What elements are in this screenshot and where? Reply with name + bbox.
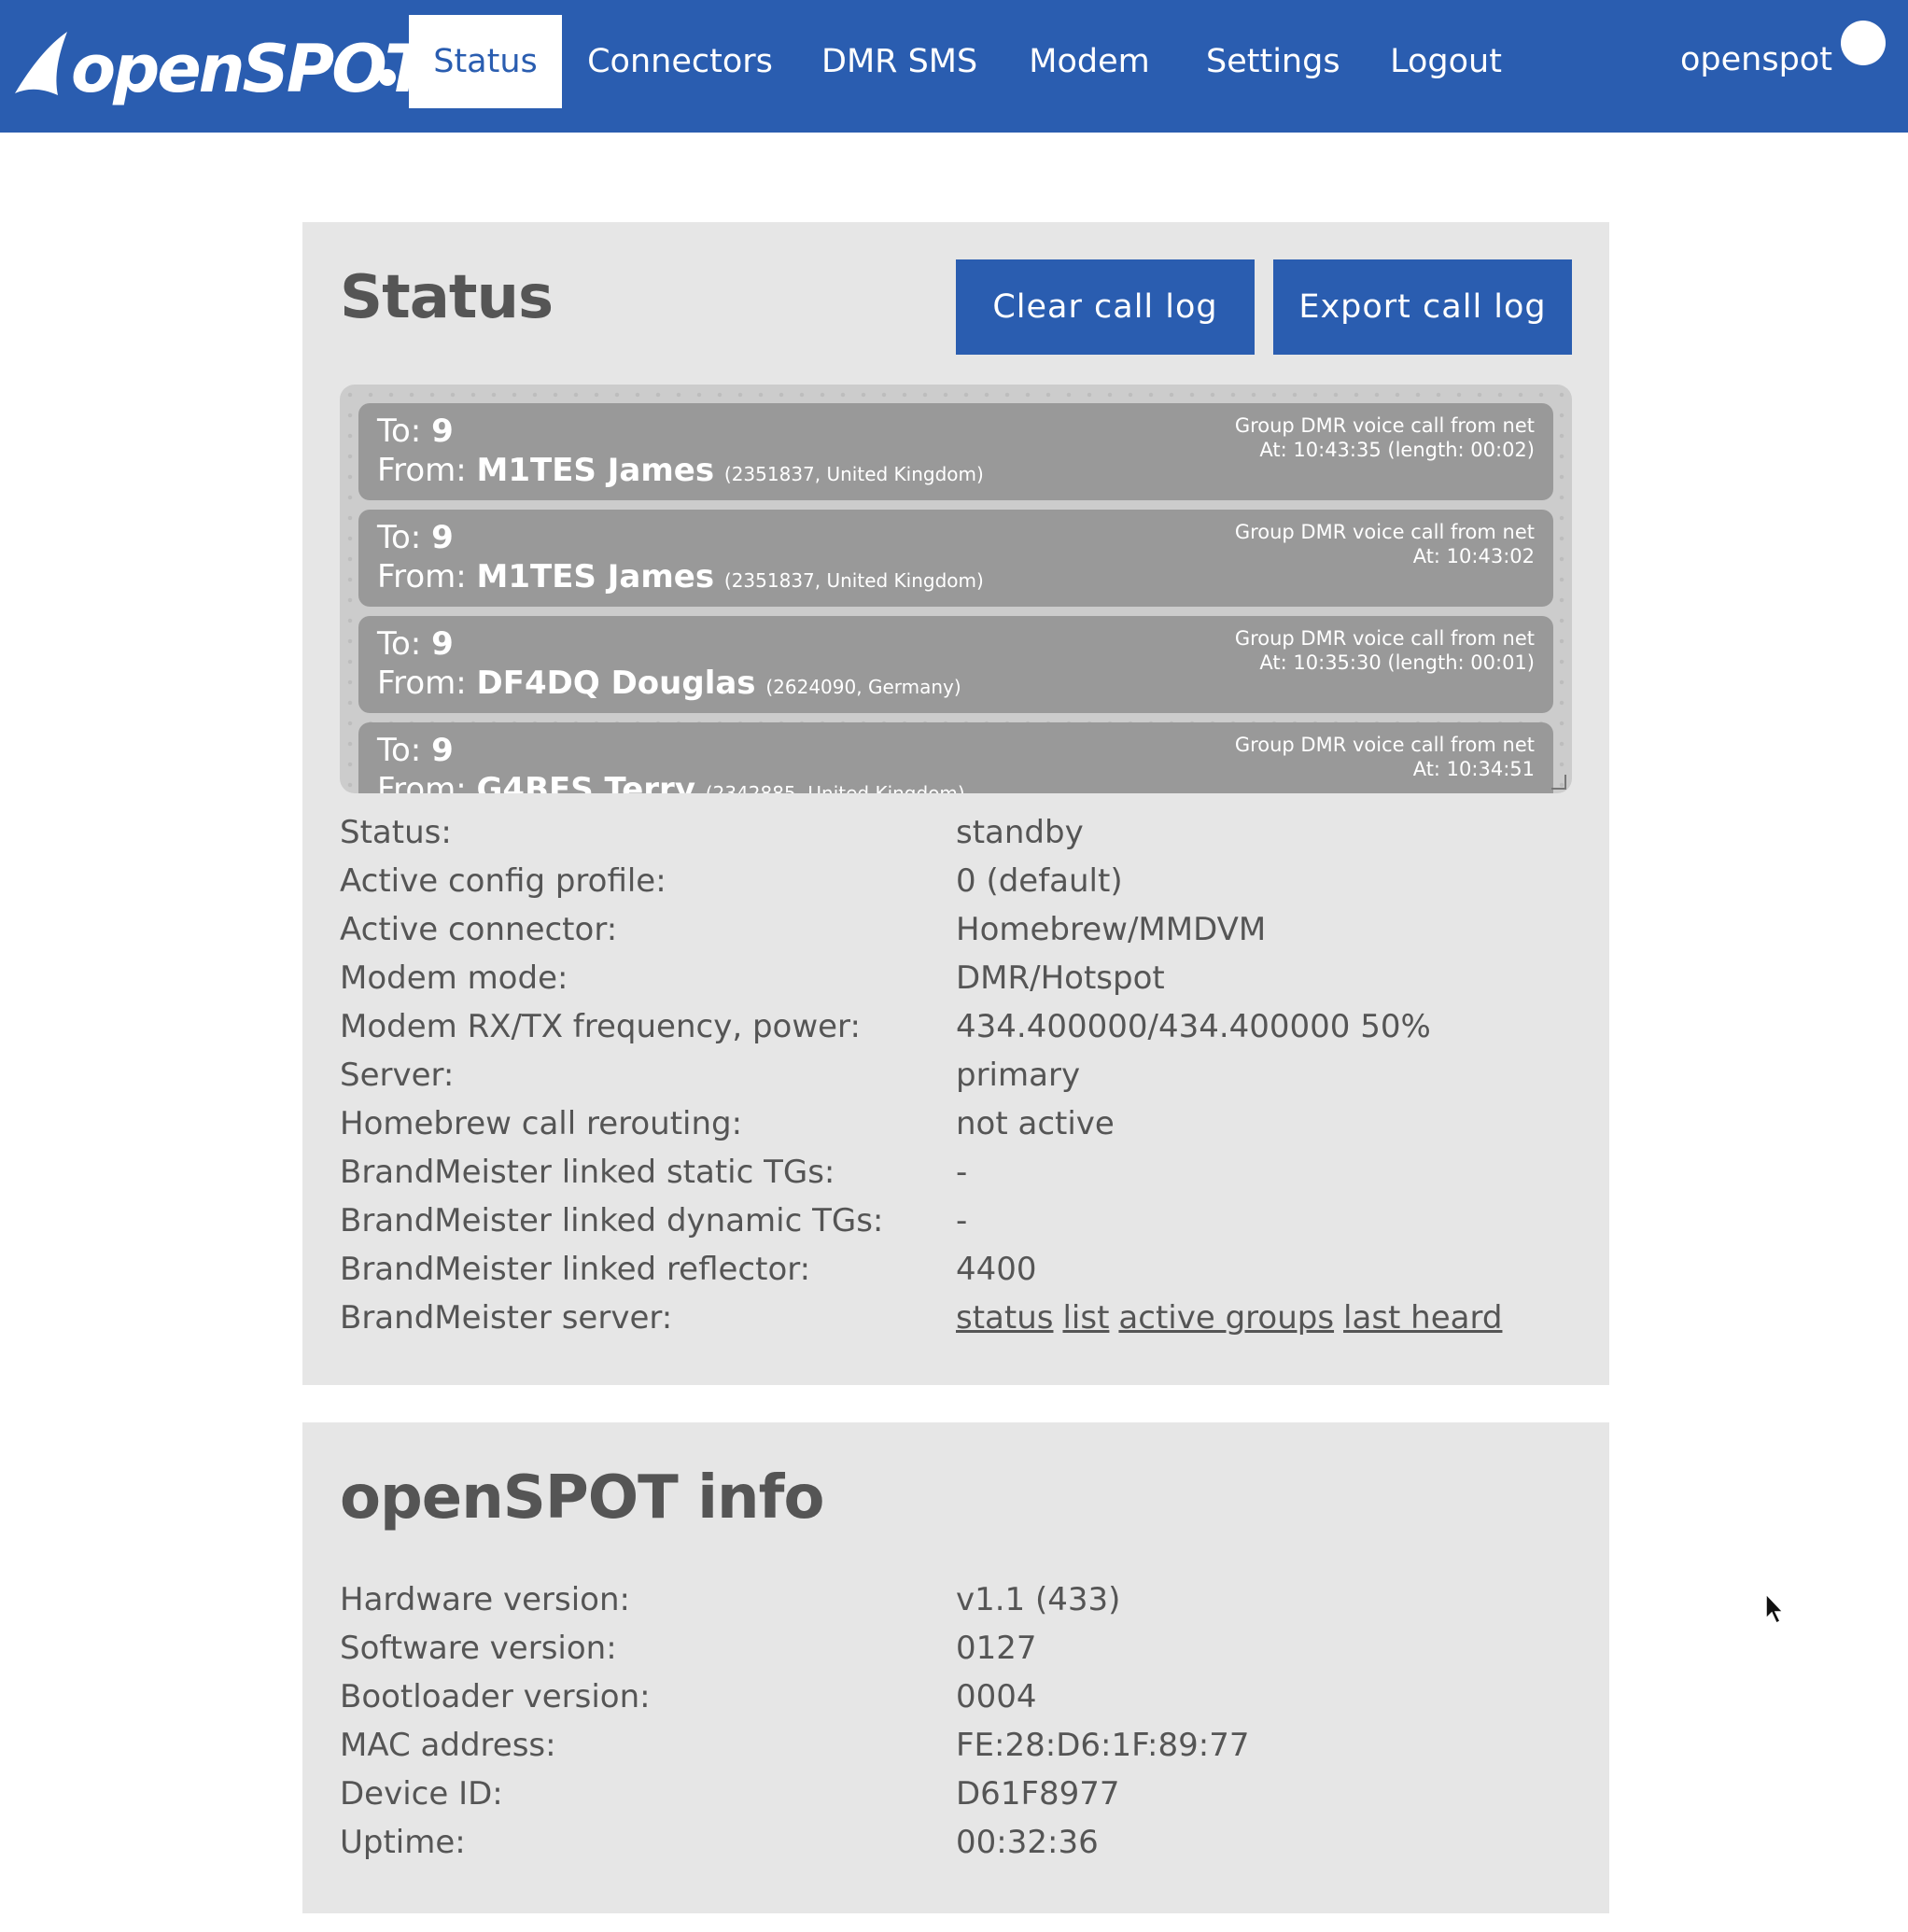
call-entry: To: 9 From: M1TES James (2351837, United… [358,403,1553,500]
device-id-row: Device ID: D61F8977 [340,1775,1120,1813]
bootloader-version-row: Bootloader version: 0004 [340,1678,1037,1715]
mouse-cursor-icon [1765,1592,1785,1625]
resize-handle-icon[interactable] [1551,775,1566,790]
hardware-version-row: Hardware version: v1.1 (433) [340,1581,1121,1618]
active-connector-row: Active connector: Homebrew/MMDVM [340,911,1267,948]
bm-server-row: BrandMeister server: status list active gr… [340,1299,1503,1337]
call-time: At: 10:35:30 (length: 00:01) [1259,651,1535,674]
info-title: openSPOT info [340,1463,824,1533]
status-title: Status [340,263,554,332]
call-time: At: 10:43:35 (length: 00:02) [1259,439,1535,461]
nav-logout[interactable]: Logout [1387,15,1505,108]
call-entry: To: 9 From: M1TES James (2351837, United… [358,510,1553,607]
call-from: From: G4BFS Terry (2342885, United Kingd… [377,771,965,793]
call-rerouting-row: Homebrew call rerouting: not active [340,1105,1115,1142]
modem-mode-row: Modem mode: DMR/Hotspot [340,959,1165,997]
nav-connectors[interactable]: Connectors [584,15,776,108]
call-to: To: 9 [377,625,454,663]
call-log[interactable]: To: 9 From: M1TES James (2351837, United… [340,385,1572,793]
nav-status[interactable]: Status [409,15,562,108]
logo-text: openSPOT [71,31,428,107]
active-config-row: Active config profile: 0 (default) [340,862,1123,900]
export-call-log-button[interactable]: Export call log [1273,259,1572,355]
bm-last-heard-link[interactable]: last heard [1343,1299,1502,1337]
nav-dmr-sms[interactable]: DMR SMS [821,15,977,108]
call-to: To: 9 [377,732,454,769]
nav-modem[interactable]: Modem [1027,15,1152,108]
call-from: From: M1TES James (2351837, United Kingd… [377,452,984,489]
bm-list-link[interactable]: list [1062,1299,1109,1337]
call-to: To: 9 [377,519,454,556]
nav-settings[interactable]: Settings [1206,15,1340,108]
static-tgs-row: BrandMeister linked static TGs: - [340,1154,968,1191]
software-version-row: Software version: 0127 [340,1630,1037,1667]
call-from: From: M1TES James (2351837, United Kingd… [377,558,984,595]
top-navbar: openSPOT Status Connectors DMR SMS Modem… [0,0,1908,133]
status-row: Status: standby [340,814,1084,851]
user-avatar-icon[interactable] [1841,21,1886,65]
call-time: At: 10:43:02 [1412,545,1535,567]
call-time: At: 10:34:51 [1412,758,1535,780]
mac-address-row: MAC address: FE:28:D6:1F:89:77 [340,1727,1250,1764]
call-from: From: DF4DQ Douglas (2624090, Germany) [377,665,961,702]
call-to: To: 9 [377,413,454,450]
user-name[interactable]: openspot [1680,15,1832,108]
opensport-logo[interactable]: openSPOT [13,28,428,112]
status-panel: Status Clear call log Export call log To… [302,222,1609,1385]
call-type: Group DMR voice call from net [1234,734,1535,756]
sail-icon [15,32,67,95]
dynamic-tgs-row: BrandMeister linked dynamic TGs: - [340,1202,968,1239]
info-panel: openSPOT info Hardware version: v1.1 (433… [302,1422,1609,1913]
bm-active-groups-link[interactable]: active groups [1118,1299,1334,1337]
linked-reflector-row: BrandMeister linked reflector: 4400 [340,1251,1037,1288]
call-entry: To: 9 From: DF4DQ Douglas (2624090, Germ… [358,616,1553,713]
clear-call-log-button[interactable]: Clear call log [956,259,1255,355]
call-entry: To: 9 From: G4BFS Terry (2342885, United… [358,722,1553,793]
modem-frequency-row: Modem RX/TX frequency, power: 434.400000/… [340,1008,1431,1045]
call-type: Group DMR voice call from net [1234,521,1535,543]
logo-dot [379,69,396,86]
bm-status-link[interactable]: status [956,1299,1053,1337]
server-row: Server: primary [340,1057,1081,1094]
call-type: Group DMR voice call from net [1234,627,1535,650]
uptime-row: Uptime: 00:32:36 [340,1824,1099,1861]
call-type: Group DMR voice call from net [1234,414,1535,437]
